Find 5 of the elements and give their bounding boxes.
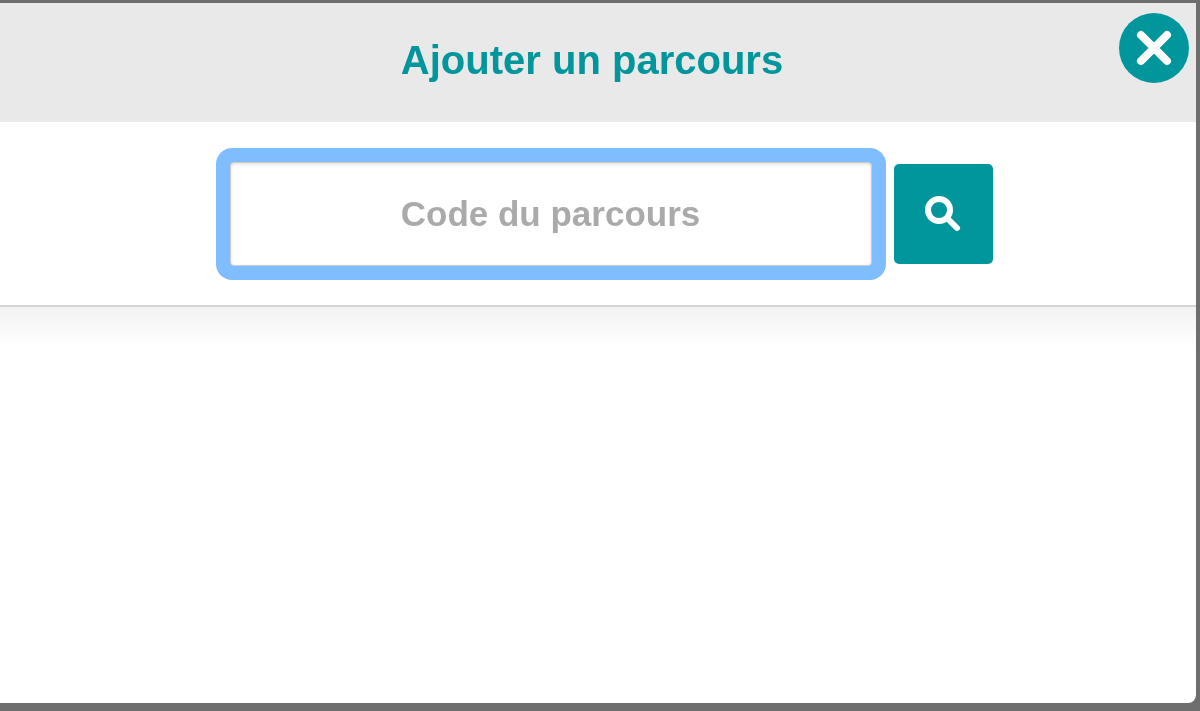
close-icon [1135,29,1173,67]
search-icon [923,193,963,234]
dialog-title: Ajouter un parcours [400,38,784,83]
search-button[interactable] [893,163,993,264]
search-field[interactable]: Code du parcours [229,161,872,266]
